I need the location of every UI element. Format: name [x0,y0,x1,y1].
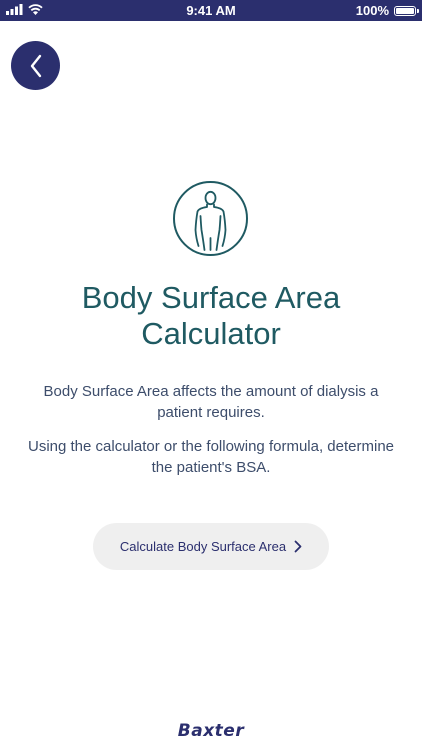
screen: 9:41 AM 100% Body Surface Area Calculato… [0,0,422,750]
status-right: 100% [355,3,419,18]
status-bar: 9:41 AM 100% [0,0,422,21]
chevron-left-icon [30,54,41,77]
calculate-bsa-button[interactable]: Calculate Body Surface Area [93,523,329,570]
calculate-bsa-button-label: Calculate Body Surface Area [119,539,287,554]
page-title: Body Surface Area Calculator [0,280,422,352]
chevron-right-icon [294,540,302,553]
human-body-icon [173,181,248,256]
battery-percent: 100% [355,3,389,18]
page-title-line-1: Body Surface Area [81,280,341,315]
page-title-line-2: Calculator [141,316,281,351]
battery-icon [394,5,419,16]
baxter-logo: Baxter [177,721,245,741]
description-paragraph-2: Using the calculator or the following fo… [27,438,394,476]
description-paragraph-1: Body Surface Area affects the amount of … [43,383,379,421]
back-button[interactable] [11,41,60,90]
